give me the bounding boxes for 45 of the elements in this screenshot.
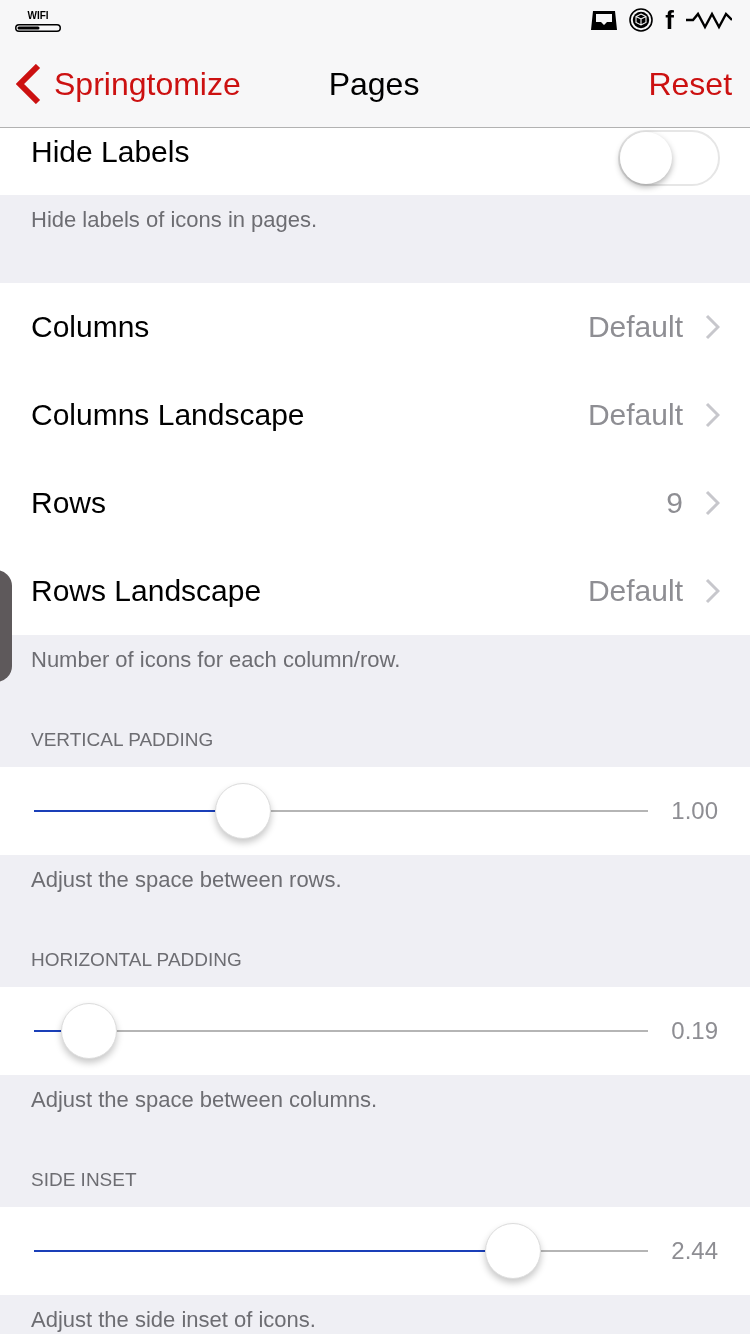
footer-text: Adjust the space between rows. <box>31 868 342 892</box>
row-value: Default <box>587 573 683 609</box>
network-label: WIFI <box>27 10 49 21</box>
slider-thumb[interactable] <box>484 1223 541 1279</box>
row-label: Columns <box>31 309 151 345</box>
row-label: Rows <box>31 485 107 521</box>
toggle-switch[interactable] <box>618 130 720 186</box>
row-label: Hide Labels <box>31 134 190 170</box>
row-value: Default <box>587 397 683 433</box>
back-button[interactable]: Springtomize <box>16 63 241 104</box>
chevron-left-icon <box>16 63 42 104</box>
tray-icon[interactable] <box>591 10 618 30</box>
footer-text: Number of icons for each column/row. <box>31 648 401 672</box>
list-row[interactable]: Rows Landscape Default <box>0 547 750 635</box>
row-value: Default <box>587 309 683 345</box>
slider-value: 0.19 <box>670 1016 718 1046</box>
slider-value: 1.00 <box>670 796 718 826</box>
slider-track[interactable] <box>34 1003 648 1059</box>
footer-text: Hide labels of icons in pages. <box>31 208 318 232</box>
signal-bar-icon <box>15 24 61 32</box>
reset-button[interactable]: Reset <box>648 63 732 104</box>
chevron-right-icon <box>705 314 720 340</box>
footer-text: Adjust the space between columns. <box>31 1088 378 1112</box>
box-circle-icon[interactable] <box>629 8 654 32</box>
chevron-right-icon <box>705 402 720 428</box>
row-value: 9 <box>666 485 683 521</box>
footer-text: Adjust the side inset of icons. <box>31 1308 316 1332</box>
list-row[interactable]: Columns Default <box>0 283 750 371</box>
slider-thumb[interactable] <box>61 1003 118 1059</box>
row-label: Columns Landscape <box>31 397 306 433</box>
list-row[interactable]: Rows 9 <box>0 459 750 547</box>
section-header: SIDE INSET <box>31 1168 137 1192</box>
slider-track[interactable] <box>34 1223 648 1279</box>
chevron-right-icon <box>705 578 720 604</box>
section-header: HORIZONTAL PADDING <box>31 948 242 972</box>
chevron-right-icon <box>705 490 720 516</box>
row-label: Rows Landscape <box>31 573 263 609</box>
slider-value: 2.44 <box>670 1236 718 1266</box>
section-header: VERTICAL PADDING <box>31 728 214 752</box>
letter-f-icon[interactable]: f <box>665 7 674 33</box>
nav-title: Pages <box>328 64 420 104</box>
slider-thumb[interactable] <box>214 783 271 839</box>
list-row[interactable]: Columns Landscape Default <box>0 371 750 459</box>
pulse-wave-icon[interactable] <box>686 10 732 30</box>
slider-track[interactable] <box>34 783 648 839</box>
